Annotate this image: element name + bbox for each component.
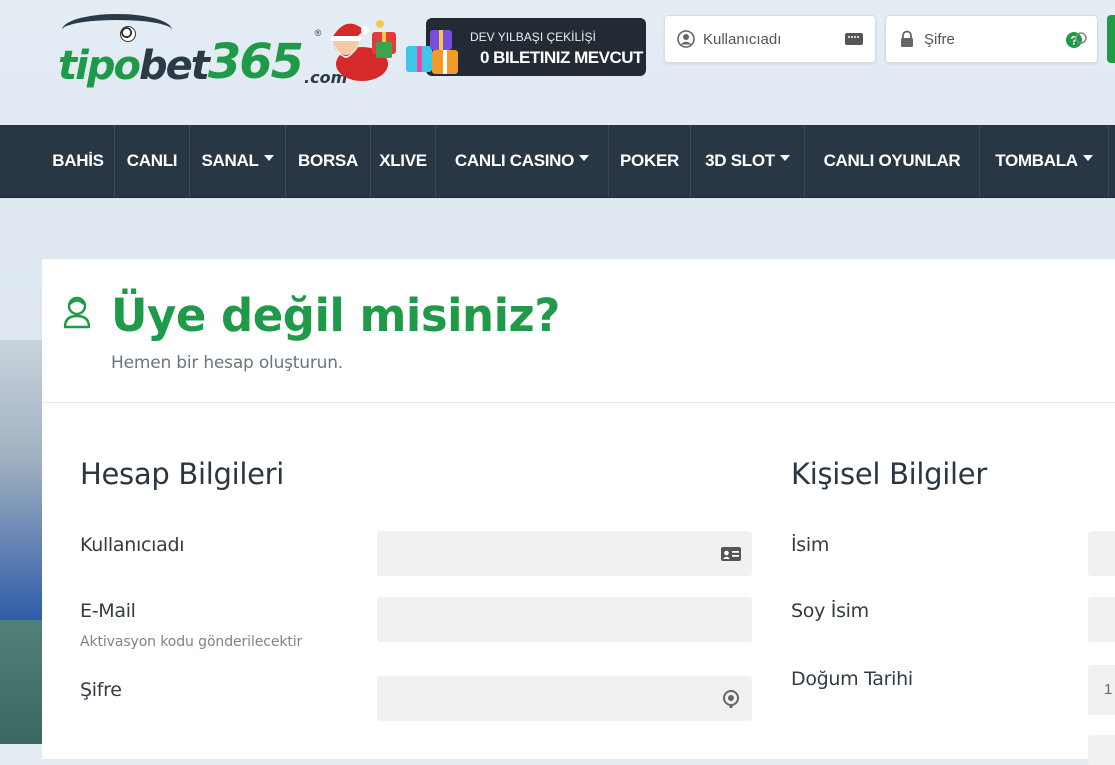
login-password-field[interactable]: Şifre ? xyxy=(885,15,1098,63)
site-logo[interactable]: tipo bet 365 .com ® xyxy=(58,14,347,86)
registration-header: Üye değil misiniz? Hemen bir hesap oluşt… xyxy=(42,259,1115,403)
password-label: Şifre xyxy=(80,679,122,701)
new-year-raffle-banner[interactable]: DEV YILBAŞI ÇEKİLİŞİ 0 BILETINIZ MEVCUT xyxy=(406,18,646,76)
nav-item-poker[interactable]: POKER xyxy=(609,125,691,197)
password-input[interactable] xyxy=(377,676,752,721)
email-hint: Aktivasyon kodu gönderilecektir xyxy=(80,634,303,650)
raffle-ticket-count: 0 BILETINIZ MEVCUT xyxy=(480,48,643,67)
nav-label: BORSA xyxy=(298,151,358,170)
soccer-ball-icon xyxy=(120,26,136,42)
nav-label: POKER xyxy=(620,151,679,170)
forgot-password-icon[interactable]: ? xyxy=(1065,28,1087,50)
logo-text-bet: bet xyxy=(138,43,210,89)
surname-label: Soy İsim xyxy=(791,600,869,622)
nav-item-3d-slot[interactable]: 3D SLOT xyxy=(691,125,805,197)
personal-info-heading: Kişisel Bilgiler xyxy=(791,457,987,491)
birthdate-day-value: 1 xyxy=(1104,681,1113,698)
nav-item-bahis[interactable]: BAHİS xyxy=(42,125,115,197)
nav-label: TOMBALA xyxy=(995,151,1078,170)
nav-item-xlive[interactable]: XLIVE xyxy=(371,125,436,197)
santa-icon xyxy=(331,20,396,81)
raffle-title: DEV YILBAŞI ÇEKİLİŞİ xyxy=(470,30,596,44)
password-manager-icon[interactable] xyxy=(843,28,865,50)
site-header: tipo bet 365 .com ® DEV YILBAŞI ÇEKİLİŞİ… xyxy=(0,0,1115,125)
name-label: İsim xyxy=(791,534,830,556)
logo-text-tipo: tipo xyxy=(58,43,141,89)
nav-item-canli-oyunlar[interactable]: CANLI OYUNLAR xyxy=(805,125,980,197)
birthdate-day-select[interactable]: 1 xyxy=(1088,665,1115,715)
nav-item-borsa[interactable]: BORSA xyxy=(286,125,371,197)
logo-swoosh xyxy=(62,14,172,46)
lock-icon xyxy=(901,30,913,47)
nav-label: 3D SLOT xyxy=(705,151,775,170)
email-input[interactable] xyxy=(377,597,752,642)
nav-label: XLIVE xyxy=(379,151,427,170)
nav-label: SANAL xyxy=(201,151,259,170)
user-circle-icon xyxy=(677,30,695,48)
name-input[interactable] xyxy=(1088,531,1115,576)
logo-text-365: 365 xyxy=(207,34,304,90)
email-label: E-Mail xyxy=(80,600,136,622)
nav-item-canli-casino[interactable]: CANLI CASINO xyxy=(436,125,609,197)
account-info-heading: Hesap Bilgileri xyxy=(80,457,285,491)
next-field-input[interactable] xyxy=(1088,735,1115,765)
username-label: Kullanıcıadı xyxy=(80,534,185,556)
registration-card: Üye değil misiniz? Hemen bir hesap oluşt… xyxy=(42,258,1115,765)
page-subtitle: Hemen bir hesap oluşturun. xyxy=(111,353,343,373)
id-card-icon xyxy=(721,547,741,561)
nav-item-tombala[interactable]: TOMBALA xyxy=(980,125,1109,197)
nav-label: CANLI xyxy=(126,151,178,170)
nav-item-canli[interactable]: CANLI xyxy=(115,125,190,197)
nav-label: BAHİS xyxy=(52,151,104,170)
gift-boxes-icon xyxy=(406,30,458,74)
user-profile-icon xyxy=(63,296,91,329)
username-placeholder: Kullanıcıadı xyxy=(703,31,782,48)
chevron-down-icon xyxy=(579,155,590,161)
login-username-field[interactable]: Kullanıcıadı xyxy=(664,15,876,63)
chevron-down-icon xyxy=(1082,155,1093,161)
main-navigation: BAHİS CANLI SANAL BORSA XLIVE CANLI CASI… xyxy=(0,125,1115,198)
background-grass xyxy=(0,620,44,744)
birthdate-label: Doğum Tarihi xyxy=(791,668,913,690)
nav-label: CANLI CASINO xyxy=(454,151,575,170)
chevron-down-icon xyxy=(779,155,790,161)
login-button[interactable] xyxy=(1107,15,1115,63)
password-key-icon xyxy=(723,690,739,708)
page-title: Üye değil misiniz? xyxy=(111,289,560,342)
password-placeholder: Şifre xyxy=(924,31,955,48)
chevron-down-icon xyxy=(263,155,274,161)
nav-label: CANLI OYUNLAR xyxy=(823,151,961,170)
surname-input[interactable] xyxy=(1088,597,1115,642)
username-input[interactable] xyxy=(377,531,752,576)
nav-item-sanal[interactable]: SANAL xyxy=(190,125,286,197)
